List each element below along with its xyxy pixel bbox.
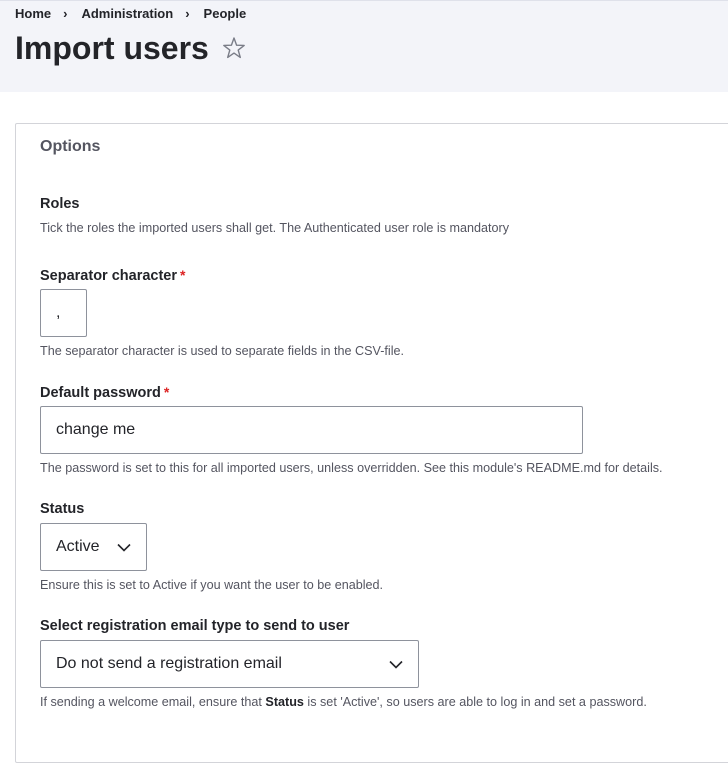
breadcrumb: Home › Administration › People [15, 6, 246, 21]
required-marker: * [180, 267, 186, 283]
chevron-down-icon [117, 543, 131, 552]
registration-email-label: Select registration email type to send t… [40, 618, 350, 634]
page-header: Home › Administration › People Import us… [0, 0, 728, 92]
registration-email-select[interactable]: Do not send a registration email [40, 640, 419, 688]
separator-description: The separator character is used to separ… [40, 344, 405, 358]
roles-description: Tick the roles the imported users shall … [40, 221, 510, 235]
registration-email-description-prefix: If sending a welcome email, ensure that [40, 695, 266, 709]
registration-email-description-suffix: is set 'Active', so users are able to lo… [303, 695, 647, 709]
page-title: Import users [15, 30, 209, 66]
registration-email-selected-value: Do not send a registration email [56, 655, 282, 672]
status-selected-value: Active [56, 538, 100, 555]
status-select[interactable]: Active [40, 523, 147, 571]
title-row: Import users [15, 28, 247, 68]
default-password-input[interactable] [40, 406, 583, 454]
breadcrumb-administration-link[interactable]: Administration [81, 6, 173, 21]
required-marker: * [163, 384, 170, 400]
breadcrumb-separator-icon: › [63, 6, 68, 21]
options-legend: Options [40, 138, 101, 155]
separator-label-text: Separator character [40, 268, 178, 284]
separator-character-input[interactable] [40, 289, 87, 337]
chevron-down-icon [389, 660, 403, 669]
status-description: Ensure this is set to Active if you want… [40, 578, 384, 592]
breadcrumb-separator-icon: › [185, 6, 190, 21]
registration-email-description: If sending a welcome email, ensure that … [40, 695, 647, 709]
registration-email-description-bold: Status [265, 695, 304, 709]
password-label-text: Default password [40, 385, 161, 401]
password-label: Default password * [40, 384, 169, 401]
roles-label: Roles [40, 196, 80, 212]
separator-label: Separator character * [40, 267, 185, 284]
breadcrumb-people-link[interactable]: People [204, 6, 247, 21]
breadcrumb-home-link[interactable]: Home [15, 6, 51, 21]
status-label: Status [40, 501, 85, 517]
password-description: The password is set to this for all impo… [40, 461, 663, 475]
star-icon[interactable] [221, 35, 247, 61]
